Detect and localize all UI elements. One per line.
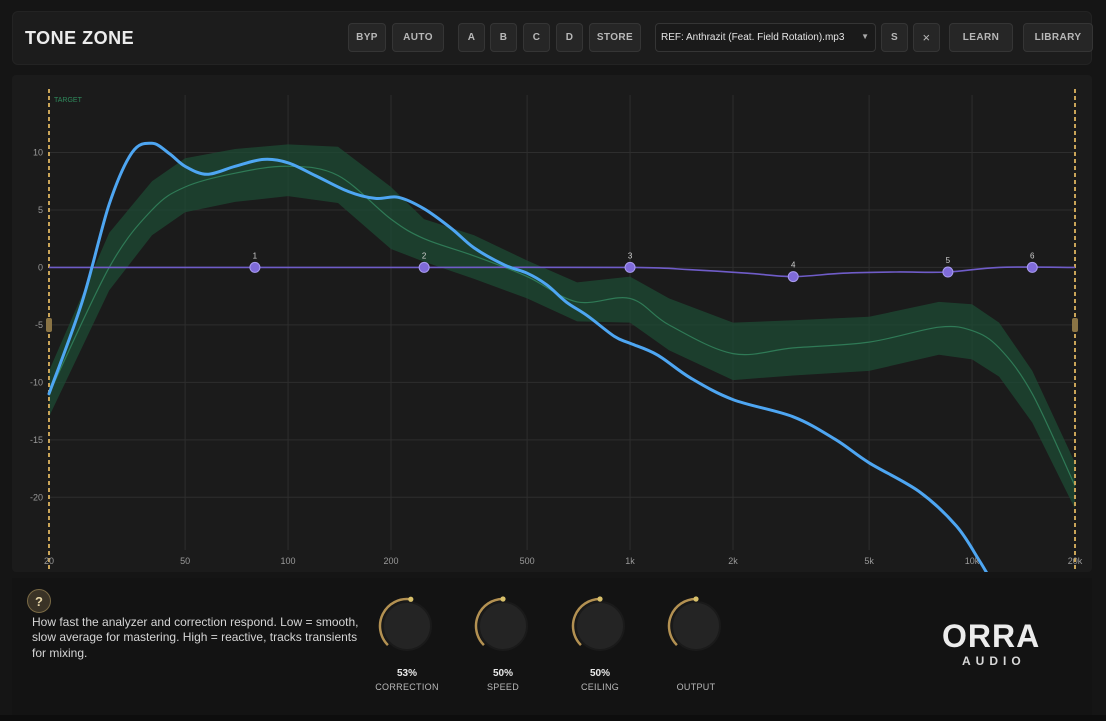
correction-knob[interactable]: 53% CORRECTION [367,596,447,696]
reference-track-select[interactable]: REF: Anthrazit (Feat. Field Rotation).mp… [655,23,876,52]
speed-label: SPEED [486,682,519,692]
knob-indicator-dot [500,596,506,602]
library-button[interactable]: LIBRARY [1023,23,1093,52]
logo-subtitle: AUDIO [962,654,1026,668]
x-tick-label: 100 [281,556,296,566]
reference-track-name: REF: Anthrazit (Feat. Field Rotation).mp… [661,32,845,43]
correction-curve [49,266,1076,278]
eq-node-2[interactable] [418,261,430,273]
app-title: TONE ZONE [25,28,135,48]
knob-indicator-dot [408,596,414,602]
knob-body [575,601,625,651]
x-tick-label: 200 [383,556,398,566]
x-tick-label: 2k [728,556,738,566]
knob-body [478,601,528,651]
target-label: TARGET [54,97,83,104]
eq-graph-panel[interactable]: 1 2 3 4 5 6 10 5 0 -5 -10 -15 -20 20 50 100 200 500 1k 2k 5k… [12,75,1092,572]
slot-c-button[interactable]: C [523,23,550,52]
orra-audio-logo: ORRA AUDIO [942,618,1062,678]
clear-reference-button[interactable]: × [913,23,940,52]
knob-body [382,601,432,651]
y-tick-label: -5 [35,320,43,330]
x-tick-label: 20 [44,556,54,566]
slot-a-button[interactable]: A [458,23,485,52]
y-tick-label: -10 [30,377,43,387]
solo-button[interactable]: S [881,23,908,52]
eq-node-label: 1 [253,251,258,260]
eq-node-label: 4 [791,261,796,270]
eq-node-3[interactable] [624,261,636,273]
x-tick-label: 20k [1068,556,1083,566]
y-tick-label: 0 [38,262,43,272]
slot-b-button[interactable]: B [490,23,517,52]
ceiling-value: 50% [589,668,610,679]
bypass-button[interactable]: BYP [348,23,386,52]
chevron-down-icon: ▼ [861,32,869,41]
eq-node-4[interactable] [787,271,799,283]
correction-value: 53% [396,668,417,679]
eq-graph[interactable]: 1 2 34561050-5-10-15-2020 50 100 200 500 1k 2k 5k… [12,75,1092,572]
correction-label: CORRECTION [375,682,439,692]
y-tick-label: -20 [30,492,43,502]
output-knob[interactable]: OUTPUT [656,596,736,696]
speed-knob-dial[interactable] [473,596,533,656]
learn-button[interactable]: LEARN [949,23,1013,52]
ceiling-knob[interactable]: 50% CEILING [560,596,640,696]
eq-node-5[interactable] [942,266,954,278]
target-range-band [49,144,1075,509]
top-bar: TONE ZONE BYP AUTO A B C D STORE REF: An… [12,11,1093,65]
x-tick-label: 500 [520,556,535,566]
speed-value: 50% [492,668,513,679]
knob-indicator-dot [597,596,603,602]
eq-node-label: 6 [1030,251,1035,260]
help-text: How fast the analyzer and correction res… [32,615,359,660]
y-tick-label: -15 [30,435,43,445]
eq-node-label: 5 [946,256,951,265]
eq-node-1[interactable] [249,261,261,273]
y-tick-label: 5 [38,205,43,215]
slot-d-button[interactable]: D [556,23,583,52]
x-tick-label: 10k [965,556,980,566]
x-tick-label: 5k [864,556,874,566]
x-tick-label: 1k [625,556,635,566]
y-tick-label: 10 [33,147,43,157]
x-tick-label: 50 [180,556,190,566]
eq-node-label: 2 [422,251,427,260]
ceiling-knob-dial[interactable] [570,596,630,656]
help-icon[interactable]: ? [27,589,51,613]
output-knob-dial[interactable] [666,596,726,656]
eq-node-6[interactable] [1026,261,1038,273]
auto-button[interactable]: AUTO [392,23,444,52]
bottom-controls: ? How fast the analyzer and correction r… [12,578,1092,715]
high-limit-handle[interactable] [1072,317,1078,332]
knob-indicator-dot [693,596,699,602]
correction-knob-dial[interactable] [377,596,437,656]
low-limit-handle[interactable] [46,317,52,332]
bottom-strip [0,715,1106,721]
eq-node-label: 3 [628,251,633,260]
output-label: OUTPUT [676,682,716,692]
knob-body [671,601,721,651]
store-button[interactable]: STORE [589,23,641,52]
ceiling-label: CEILING [580,682,620,692]
logo-wordmark: ORRA [942,618,1041,654]
speed-knob[interactable]: 50% SPEED [463,596,543,696]
